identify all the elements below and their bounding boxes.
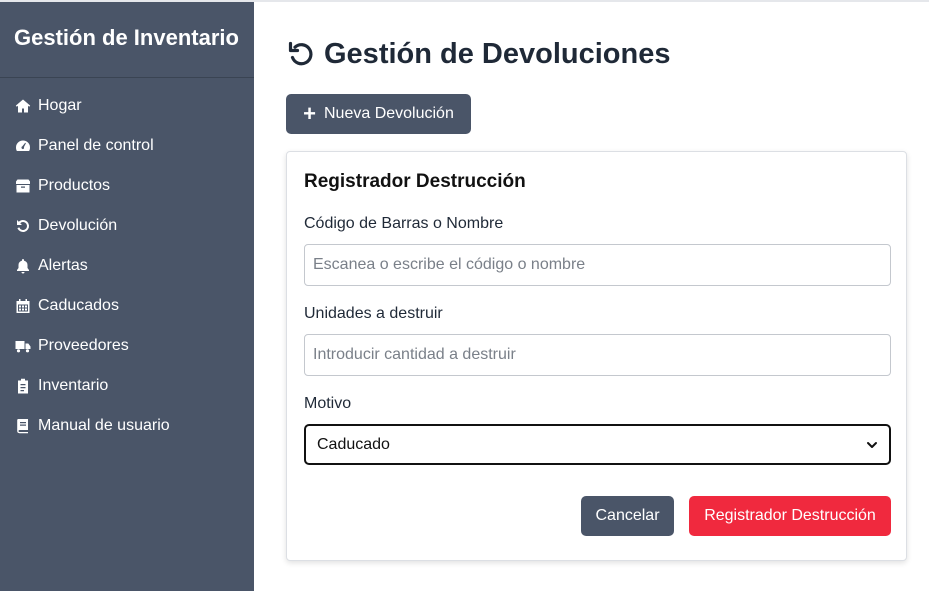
- form-title: Registrador Destrucción: [304, 171, 526, 192]
- reason-selected-value: Caducado: [317, 435, 390, 453]
- undo-icon: [14, 217, 32, 235]
- destruction-form-card: Registrador Destrucción Código de Barras…: [286, 151, 907, 561]
- sidebar-item-devolucion[interactable]: Devolución: [0, 206, 254, 246]
- sidebar-item-label: Panel de control: [38, 137, 154, 154]
- home-icon: [14, 97, 32, 115]
- register-destruction-button[interactable]: Registrador Destrucción: [689, 496, 891, 536]
- sidebar-item-label: Alertas: [38, 257, 88, 274]
- sidebar-item-caducados[interactable]: Caducados: [0, 286, 254, 326]
- sidebar-item-label: Productos: [38, 177, 111, 194]
- undo-icon: [286, 39, 324, 69]
- plus-icon: +: [303, 101, 316, 126]
- reason-label: Motivo: [304, 395, 352, 412]
- calendar-icon: [14, 297, 32, 315]
- book-icon: [14, 417, 32, 435]
- sidebar-item-label: Hogar: [38, 97, 82, 114]
- sidebar-item-proveedores[interactable]: Proveedores: [0, 326, 254, 366]
- sidebar-item-label: Inventario: [38, 377, 109, 394]
- units-input[interactable]: [304, 334, 891, 376]
- new-return-label: Nueva Devolución: [324, 105, 454, 122]
- sidebar-nav: Hogar Panel de control Productos Devoluc…: [0, 78, 254, 446]
- sidebar-item-alertas[interactable]: Alertas: [0, 246, 254, 286]
- barcode-input[interactable]: [304, 244, 891, 286]
- units-label: Unidades a destruir: [304, 305, 443, 322]
- app-brand: Gestión de Inventario: [0, 2, 254, 78]
- sidebar-item-label: Proveedores: [38, 337, 129, 354]
- new-return-button[interactable]: + Nueva Devolución: [286, 94, 471, 134]
- sidebar-item-label: Caducados: [38, 297, 119, 314]
- sidebar-item-hogar[interactable]: Hogar: [0, 86, 254, 126]
- sidebar-item-manual-de-usuario[interactable]: Manual de usuario: [0, 406, 254, 446]
- cancel-button[interactable]: Cancelar: [581, 496, 674, 536]
- sidebar-item-label: Manual de usuario: [38, 417, 170, 434]
- box-icon: [14, 177, 32, 195]
- reason-select[interactable]: Caducado: [304, 424, 891, 465]
- clipboard-icon: [14, 377, 32, 395]
- gauge-icon: [14, 137, 32, 155]
- chevron-down-icon: [866, 439, 878, 451]
- page-title: Gestión de Devoluciones: [286, 32, 670, 76]
- sidebar-item-productos[interactable]: Productos: [0, 166, 254, 206]
- page-title-text: Gestión de Devoluciones: [324, 37, 671, 70]
- truck-icon: [14, 337, 32, 355]
- sidebar-item-panel-de-control[interactable]: Panel de control: [0, 126, 254, 166]
- bell-icon: [14, 257, 32, 275]
- sidebar: Gestión de Inventario Hogar Panel de con…: [0, 2, 254, 591]
- sidebar-item-inventario[interactable]: Inventario: [0, 366, 254, 406]
- barcode-label: Código de Barras o Nombre: [304, 215, 504, 232]
- sidebar-item-label: Devolución: [38, 217, 118, 234]
